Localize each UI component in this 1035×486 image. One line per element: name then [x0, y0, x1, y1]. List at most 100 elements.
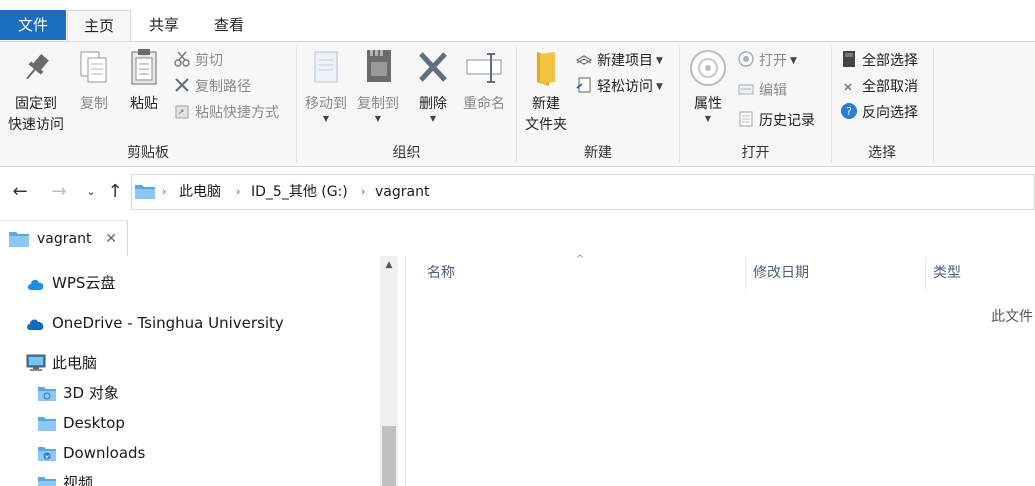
- group-clipboard: 固定到 快速访问 复制 粘贴 剪切 复制路径 粘贴快捷方式 剪贴板: [0, 42, 296, 166]
- delete-button[interactable]: 删除 ▼: [411, 46, 455, 123]
- forward-button[interactable]: →: [48, 180, 70, 204]
- close-tab-icon[interactable]: ✕: [105, 221, 117, 257]
- delete-caret-icon: ▼: [429, 114, 437, 123]
- pin-icon: [26, 54, 49, 80]
- rename-icon: [466, 53, 502, 83]
- move-to-label: 移动到: [305, 96, 347, 112]
- select-none-button[interactable]: 全部取消: [840, 75, 918, 99]
- nav-item-label: Downloads: [63, 444, 146, 462]
- history-button[interactable]: 历史记录: [737, 109, 815, 133]
- new-folder-button[interactable]: 新建 文件夹: [519, 46, 573, 136]
- scrollbar-thumb[interactable]: [382, 426, 396, 486]
- nav-item-3d-objects[interactable]: 3D 对象: [37, 378, 119, 408]
- ribbon: 固定到 快速访问 复制 粘贴 剪切 复制路径 粘贴快捷方式 剪贴板 移动到 ▼ …: [0, 41, 1035, 167]
- group-label-new: 新建: [584, 145, 612, 161]
- navigation-bar: ← → ⌄ ↑ › 此电脑 › ID_5_其他 (G:) › vagrant: [0, 172, 1035, 212]
- new-item-caret-icon: ▼: [656, 56, 663, 66]
- new-folder-icon: [537, 52, 555, 86]
- up-button[interactable]: ↑: [104, 180, 126, 204]
- back-button[interactable]: ←: [9, 180, 31, 204]
- paste-shortcut-label: 粘贴快捷方式: [195, 105, 279, 121]
- tab-share[interactable]: 共享: [134, 10, 194, 41]
- easy-access-icon: [576, 77, 591, 93]
- paste-button[interactable]: 粘贴: [122, 46, 166, 115]
- nav-item-label: 视频: [63, 474, 94, 486]
- breadcrumb-chevron-icon: ›: [236, 185, 241, 198]
- column-divider[interactable]: [745, 258, 746, 290]
- pin-quick-access-button[interactable]: 固定到 快速访问: [4, 46, 68, 136]
- invert-selection-icon: ?: [841, 103, 857, 119]
- paste-shortcut-button[interactable]: 粘贴快捷方式: [173, 101, 279, 125]
- properties-button[interactable]: 属性 ▼: [686, 46, 730, 123]
- nav-item-this-pc[interactable]: 此电脑: [26, 348, 97, 378]
- copy-icon: [80, 51, 107, 83]
- paste-shortcut-icon: [175, 105, 189, 119]
- nav-pane-scrollbar[interactable]: ▲: [380, 256, 398, 486]
- new-folder-label-2: 文件夹: [525, 117, 567, 133]
- folder-icon: [9, 232, 29, 247]
- open-button[interactable]: 打开 ▼: [737, 49, 797, 73]
- column-header-date-modified[interactable]: 修改日期: [753, 256, 809, 288]
- open-label: 打开: [759, 53, 787, 69]
- move-to-button[interactable]: 移动到 ▼: [301, 46, 351, 123]
- videos-folder-icon: [38, 477, 56, 486]
- nav-item-label: 3D 对象: [63, 384, 119, 402]
- desktop-folder-icon: [38, 417, 56, 431]
- tab-view[interactable]: 查看: [200, 10, 258, 41]
- easy-access-button[interactable]: 轻松访问 ▼: [575, 75, 663, 99]
- invert-selection-button[interactable]: ? 反向选择: [840, 101, 918, 125]
- cut-label: 剪切: [195, 53, 223, 69]
- invert-selection-label: 反向选择: [862, 105, 918, 121]
- breadcrumb-this-pc[interactable]: 此电脑: [179, 175, 221, 209]
- copy-button[interactable]: 复制: [72, 46, 116, 115]
- copy-to-button[interactable]: 复制到 ▼: [353, 46, 403, 123]
- rename-label: 重命名: [463, 96, 505, 112]
- edit-button[interactable]: 编辑: [737, 79, 787, 103]
- copy-to-caret-icon: ▼: [374, 114, 382, 123]
- column-header-type[interactable]: 类型: [933, 256, 961, 288]
- column-header-name[interactable]: 名称: [427, 256, 455, 288]
- new-item-label: 新建项目: [597, 53, 653, 69]
- pin-label-2: 快速访问: [8, 117, 64, 133]
- breadcrumb-current-folder[interactable]: vagrant: [375, 175, 429, 209]
- select-none-icon: [844, 83, 852, 91]
- edit-label: 编辑: [759, 83, 787, 99]
- nav-item-label: WPS云盘: [52, 274, 116, 292]
- select-all-button[interactable]: 全部选择: [840, 49, 918, 73]
- nav-item-desktop[interactable]: Desktop: [37, 408, 125, 438]
- folder-tab-label: vagrant: [37, 231, 92, 247]
- recent-locations-button[interactable]: ⌄: [80, 180, 102, 204]
- group-divider: [933, 47, 934, 162]
- move-to-caret-icon: ▼: [322, 114, 330, 123]
- onedrive-icon: [27, 319, 44, 330]
- nav-item-wps-cloud[interactable]: WPS云盘: [26, 268, 115, 298]
- breadcrumb-drive[interactable]: ID_5_其他 (G:): [251, 175, 348, 209]
- group-label-organize: 组织: [392, 145, 421, 161]
- ribbon-tab-bar: 文件 主页 共享 查看: [0, 0, 1035, 41]
- nav-item-onedrive[interactable]: OneDrive - Tsinghua University: [26, 308, 284, 338]
- history-label: 历史记录: [759, 113, 815, 129]
- select-all-label: 全部选择: [862, 53, 918, 69]
- svg-text:?: ?: [846, 105, 852, 118]
- tab-home[interactable]: 主页: [67, 10, 131, 41]
- nav-item-downloads[interactable]: Downloads: [37, 438, 145, 468]
- folder-tab[interactable]: vagrant ✕: [0, 220, 128, 256]
- new-item-button[interactable]: 新建项目 ▼: [575, 49, 663, 73]
- copy-label: 复制: [80, 96, 108, 112]
- rename-button[interactable]: 重命名: [459, 46, 509, 115]
- chevron-down-icon: ⌄: [86, 185, 96, 198]
- copy-to-label: 复制到: [357, 96, 399, 112]
- history-icon: [739, 111, 753, 127]
- new-item-icon: [575, 55, 593, 65]
- cut-button[interactable]: 剪切: [173, 49, 223, 73]
- copy-path-button[interactable]: 复制路径: [173, 75, 251, 99]
- scroll-up-icon[interactable]: ▲: [380, 260, 398, 270]
- pin-label-1: 固定到: [15, 96, 57, 112]
- tab-file[interactable]: 文件: [0, 10, 66, 40]
- address-bar[interactable]: › 此电脑 › ID_5_其他 (G:) › vagrant: [131, 174, 1035, 210]
- nav-item-label: OneDrive - Tsinghua University: [52, 314, 284, 332]
- easy-access-caret-icon: ▼: [656, 82, 663, 92]
- delete-icon: [419, 52, 447, 82]
- nav-item-videos[interactable]: 视频: [37, 468, 93, 486]
- column-divider[interactable]: [925, 258, 926, 290]
